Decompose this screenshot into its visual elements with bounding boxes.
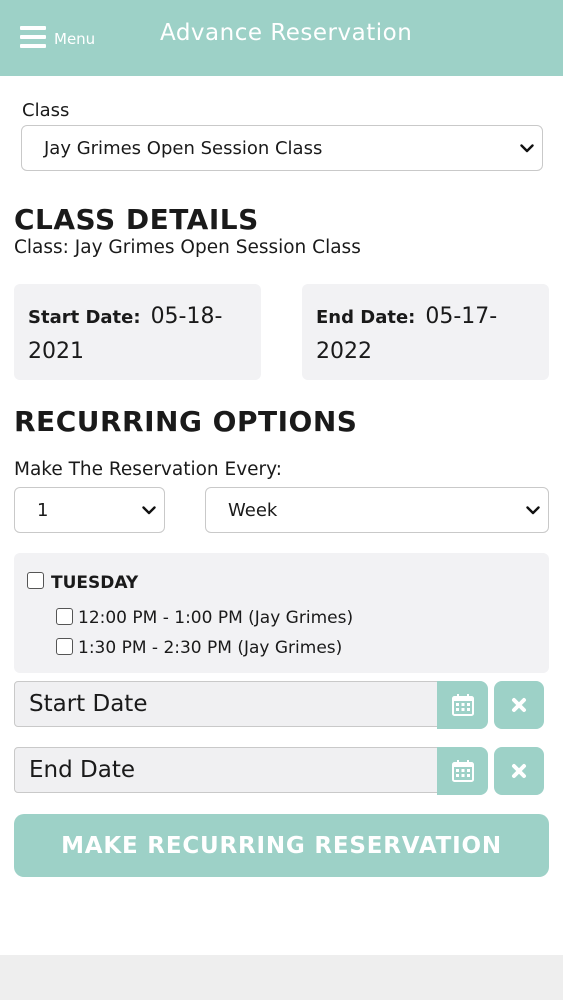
days-panel: TUESDAY 12:00 PM - 1:00 PM (Jay Grimes) … xyxy=(14,553,549,673)
start-date-label: Start Date: xyxy=(28,307,141,328)
calendar-icon xyxy=(451,760,474,782)
end-date-input[interactable]: End Date xyxy=(14,747,438,793)
make-recurring-reservation-button[interactable]: MAKE RECURRING RESERVATION xyxy=(14,814,549,877)
interval-select[interactable]: 1 xyxy=(14,487,165,533)
day-label-tuesday: TUESDAY xyxy=(51,573,139,593)
class-select[interactable]: Jay Grimes Open Session Class xyxy=(21,125,543,171)
recurring-options-heading: RECURRING OPTIONS xyxy=(14,405,358,438)
unit-select[interactable]: Week xyxy=(205,487,549,533)
end-date-label: End Date: xyxy=(316,307,416,328)
slot-label-2: 1:30 PM - 2:30 PM (Jay Grimes) xyxy=(78,638,343,658)
end-date-clear-button[interactable] xyxy=(494,747,544,795)
class-details-heading: CLASS DETAILS xyxy=(14,203,259,236)
app-header: Menu Advance Reservation xyxy=(0,0,563,76)
slot-checkbox-1[interactable] xyxy=(56,608,73,625)
close-icon xyxy=(512,764,526,778)
calendar-icon xyxy=(451,694,474,716)
footer-bar xyxy=(0,955,563,1000)
menu-label: Menu xyxy=(54,30,96,48)
hamburger-icon xyxy=(20,26,46,48)
class-select-value: Jay Grimes Open Session Class xyxy=(44,137,323,159)
interval-select-value: 1 xyxy=(37,499,49,521)
chevron-down-icon xyxy=(518,505,548,515)
start-date-input[interactable]: Start Date xyxy=(14,681,438,727)
slot-checkbox-2[interactable] xyxy=(56,638,73,655)
start-date-card: Start Date: 05-18-2021 xyxy=(14,284,261,380)
class-details-subtitle: Class: Jay Grimes Open Session Class xyxy=(14,237,361,258)
class-label: Class xyxy=(22,100,70,121)
chevron-down-icon xyxy=(134,505,164,515)
end-date-card: End Date: 05-17-2022 xyxy=(302,284,549,380)
chevron-down-icon xyxy=(512,143,542,153)
start-date-calendar-button[interactable] xyxy=(437,681,488,729)
reservation-every-label: Make The Reservation Every: xyxy=(14,459,282,480)
end-date-calendar-button[interactable] xyxy=(437,747,488,795)
close-icon xyxy=(512,698,526,712)
slot-label-1: 12:00 PM - 1:00 PM (Jay Grimes) xyxy=(78,608,354,628)
unit-select-value: Week xyxy=(228,499,278,521)
menu-button[interactable]: Menu xyxy=(20,22,95,52)
day-checkbox-tuesday[interactable] xyxy=(27,572,44,589)
page-title: Advance Reservation xyxy=(160,20,413,46)
start-date-clear-button[interactable] xyxy=(494,681,544,729)
